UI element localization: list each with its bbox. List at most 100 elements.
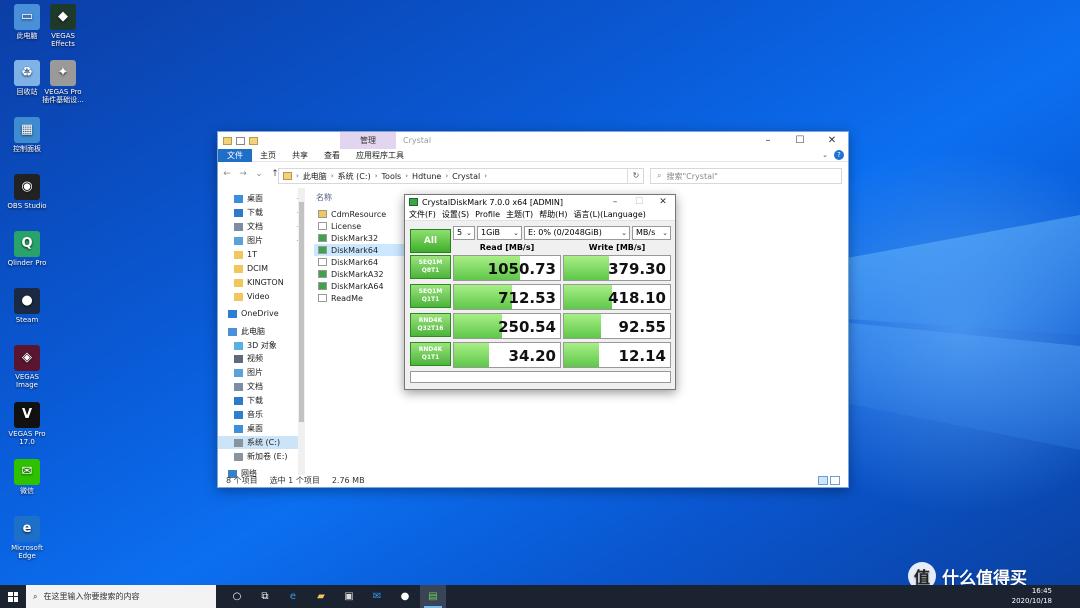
start-button[interactable] [0,585,26,608]
clock-time: 16:45 [1031,587,1052,595]
sidebar-item[interactable]: 桌面✦ [218,192,302,205]
search-input[interactable]: ⌕ 搜索"Crystal" [650,168,842,184]
test-row-button[interactable]: SEQ1M Q8T1 [410,255,451,279]
menu-theme[interactable]: 主题(T) [506,209,533,220]
app-icon [318,246,327,254]
tab-manage[interactable]: 管理 [340,132,396,149]
sidebar-item[interactable]: 桌面 [218,422,298,435]
sidebar-item[interactable]: 文档 [218,380,298,393]
breadcrumb-item[interactable]: Crystal [452,172,480,181]
comment-field[interactable] [410,371,671,383]
write-result-value: 379.30 [608,260,666,278]
folder-icon [318,210,327,218]
menu-profile[interactable]: Profile [475,210,500,219]
sidebar-item-label: KINGTON [247,278,284,287]
sidebar-item[interactable]: 图片✦ [218,234,302,247]
desktop-shortcut[interactable]: ◉ OBS Studio [4,174,50,210]
minimize-button[interactable]: – [752,132,784,149]
tab-share[interactable]: 共享 [284,149,316,162]
sidebar-item[interactable]: 下载 [218,394,298,407]
new-folder-icon[interactable] [249,136,258,145]
sidebar-item[interactable]: 3D 对象 [218,339,298,352]
steam-icon[interactable]: ● [392,585,418,608]
folder-icon [234,278,243,287]
breadcrumb-item[interactable]: Hdtune [412,172,441,181]
sidebar-item-label: 视频 [247,354,263,363]
chevron-down-icon[interactable]: ⌄ [822,151,828,159]
sidebar-item[interactable]: 1T [218,248,298,261]
back-arrow-icon[interactable]: ← [222,169,232,179]
tab-view[interactable]: 查看 [316,149,348,162]
details-view-icon[interactable] [818,476,828,485]
chevron-down-icon[interactable]: ⌄ [254,169,264,179]
run-all-button[interactable]: All [410,229,451,253]
edge-icon[interactable]: e [280,585,306,608]
desktop-shortcut[interactable]: ✉ 微信 [4,459,50,495]
sidebar-item[interactable]: OneDrive [218,307,298,320]
desktop-shortcut[interactable]: ◈ VEGAS Image [4,345,50,389]
forward-arrow-icon[interactable]: → [238,169,248,179]
desktop-shortcut[interactable]: Q Qlinder Pro [4,231,50,267]
column-header-name[interactable]: 名称 [316,192,332,203]
help-icon[interactable]: ? [834,150,844,160]
sidebar-item[interactable]: 图片 [218,366,298,379]
tab-file[interactable]: 文件 [218,148,252,162]
sidebar-item[interactable]: 此电脑 [218,325,298,338]
file-name: DiskMarkA64 [331,281,384,291]
taskview-alt-icon[interactable]: ⧉ [252,585,278,608]
menu-settings[interactable]: 设置(S) [442,209,469,220]
desktop-shortcut[interactable]: e Microsoft Edge [4,516,50,560]
sidebar-item[interactable]: Video [218,290,298,303]
menu-help[interactable]: 帮助(H) [539,209,567,220]
clock[interactable]: 16:45 2020/10/18 [1012,586,1052,606]
crystaldiskmark-icon[interactable]: ▤ [420,585,446,608]
write-result-cell: 12.14 [563,342,671,368]
menu-file[interactable]: 文件(F) [409,209,436,220]
test-count-select[interactable]: 5 ⌄ [453,226,475,240]
breadcrumb-item[interactable]: Tools [382,172,402,181]
sidebar-item-label: 文档 [247,222,263,231]
refresh-icon[interactable]: ↻ [627,168,644,184]
desktop-shortcut[interactable]: ✦ VEGAS Pro 插件基础设... [40,60,86,104]
large-icons-view-icon[interactable] [830,476,840,485]
sidebar-item[interactable]: 下载✦ [218,206,302,219]
taskbar-search-input[interactable]: ⌕ 在这里输入你要搜索的内容 [26,585,216,608]
mail-icon[interactable]: ✉ [364,585,390,608]
test-row-button[interactable]: SEQ1M Q1T1 [410,284,451,308]
test-row-button[interactable]: RND4K Q32T16 [410,313,451,337]
unit-select[interactable]: MB/s ⌄ [632,226,671,240]
maximize-button[interactable]: ☐ [784,132,816,149]
write-result-bar [564,256,609,280]
desktop-shortcut[interactable]: ◆ VEGAS Effects [40,4,86,48]
maximize-button[interactable]: ☐ [627,195,651,209]
folder-icon [234,292,243,301]
close-button[interactable]: ✕ [651,195,675,209]
properties-icon[interactable] [236,136,245,145]
task-view-icon[interactable]: ○ [224,585,250,608]
store-icon[interactable]: ▣ [336,585,362,608]
tab-app-tools[interactable]: 应用程序工具 [348,149,412,162]
sidebar-item[interactable]: KINGTON [218,276,298,289]
menu-language[interactable]: 语言(L)(Language) [573,209,645,220]
close-button[interactable]: ✕ [816,132,848,149]
minimize-button[interactable]: – [603,195,627,209]
desktop-shortcut[interactable]: ▦ 控制面板 [4,117,50,153]
breadcrumb-item[interactable]: 此电脑 [303,171,327,182]
sidebar-item[interactable]: 音乐 [218,408,298,421]
scrollbar-thumb[interactable] [299,202,304,422]
sidebar-item[interactable]: 系统 (C:) [218,436,298,449]
address-bar[interactable]: › 此电脑 › 系统 (C:) › Tools › Hdtune › Cryst… [278,168,644,184]
sidebar-scrollbar[interactable] [298,188,305,475]
test-row-button[interactable]: RND4K Q1T1 [410,342,451,366]
sidebar-item[interactable]: DCIM [218,262,298,275]
tab-home[interactable]: 主页 [252,149,284,162]
drive-select[interactable]: E: 0% (0/2048GiB) ⌄ [524,226,630,240]
sidebar-item[interactable]: 文档✦ [218,220,302,233]
sidebar-item[interactable]: 视频 [218,352,298,365]
desktop-shortcut[interactable]: V VEGAS Pro 17.0 [4,402,50,446]
sidebar-item[interactable]: 新加卷 (E:) [218,450,298,463]
test-size-select[interactable]: 1GiB ⌄ [477,226,522,240]
file-explorer-icon[interactable]: ▰ [308,585,334,608]
breadcrumb-item[interactable]: 系统 (C:) [338,171,371,182]
desktop-shortcut[interactable]: ● Steam [4,288,50,324]
